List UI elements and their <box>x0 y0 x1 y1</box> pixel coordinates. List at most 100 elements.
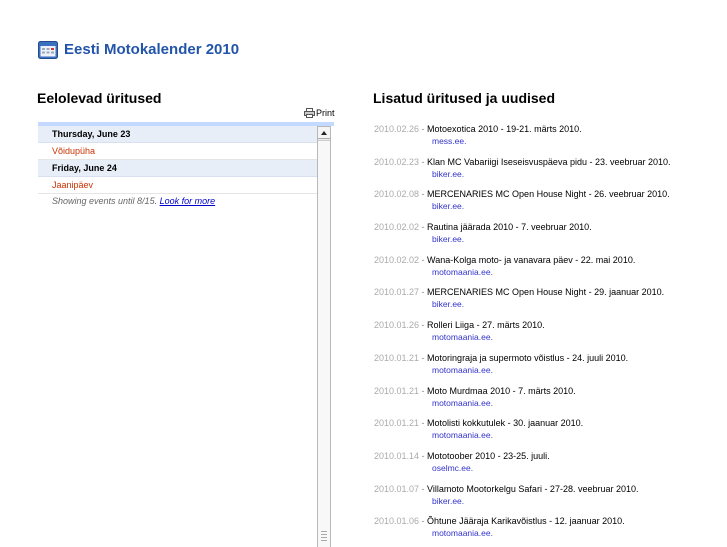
news-source-link[interactable]: motomaania.ee. <box>432 528 714 538</box>
news-date: 2010.01.07 <box>374 483 420 494</box>
news-item: 2010.01.06 - Õhtune Jääraja Karikavõistl… <box>374 514 714 547</box>
news-date: 2010.01.26 <box>374 320 420 331</box>
news-source-link[interactable]: biker.ee. <box>432 201 714 211</box>
upcoming-events-heading: Eelolevad üritused <box>37 90 162 106</box>
news-line: 2010.01.27 - MERCENARIES MC Open House N… <box>374 285 714 299</box>
news-title: Klan MC Vabariigi Iseseisvuspäeva pidu -… <box>427 156 671 167</box>
news-separator: - <box>419 254 428 265</box>
news-title: Motolisti kokkutulek - 30. jaanuar 2010. <box>427 418 584 429</box>
news-item: 2010.01.26 - Rolleri Liiga - 27. märts 2… <box>374 318 714 351</box>
news-title: Motoexotica 2010 - 19-21. märts 2010. <box>427 124 582 134</box>
news-line: 2010.01.07 - Villamoto Mootorkelgu Safar… <box>374 482 714 496</box>
news-line: 2010.02.26 - Motoexotica 2010 - 19-21. m… <box>374 122 714 136</box>
agenda-scrollbar[interactable] <box>317 126 331 547</box>
news-item: 2010.02.02 - Rautina jäärada 2010 - 7. v… <box>374 220 714 253</box>
news-date: 2010.02.23 <box>374 156 420 167</box>
news-source-link[interactable]: biker.ee. <box>432 234 714 244</box>
news-title: MERCENARIES MC Open House Night - 29. ja… <box>427 287 665 298</box>
news-item: 2010.02.26 - Motoexotica 2010 - 19-21. m… <box>374 122 714 155</box>
grip-icon <box>321 531 327 541</box>
news-separator: - <box>419 352 428 363</box>
news-line: 2010.01.26 - Rolleri Liiga - 27. märts 2… <box>374 318 714 332</box>
scroll-thumb[interactable] <box>318 140 330 547</box>
site-title[interactable]: Eesti Motokalender 2010 <box>64 41 239 58</box>
news-item: 2010.02.08 - MERCENARIES MC Open House N… <box>374 187 714 220</box>
news-date: 2010.01.14 <box>374 450 420 461</box>
news-source-link[interactable]: biker.ee. <box>432 496 714 506</box>
site-header: Eesti Motokalender 2010 <box>38 38 239 60</box>
news-separator: - <box>419 483 428 494</box>
news-source-link[interactable]: biker.ee. <box>432 169 714 179</box>
news-line: 2010.02.08 - MERCENARIES MC Open House N… <box>374 187 714 201</box>
news-separator: - <box>419 418 428 429</box>
news-separator: - <box>419 385 428 396</box>
news-line: 2010.02.02 - Wana-Kolga moto- ja vanavar… <box>374 253 714 267</box>
news-date: 2010.02.02 <box>374 222 420 233</box>
news-title: Õhtune Jääraja Karikavõistlus - 12. jaan… <box>427 516 625 527</box>
agenda-event[interactable]: Jaanipäev <box>38 177 317 194</box>
news-title: Motoringraja ja supermoto võistlus - 24.… <box>427 352 629 363</box>
news-list: 2010.02.26 - Motoexotica 2010 - 19-21. m… <box>374 122 714 547</box>
agenda-event[interactable]: Võidupüha <box>38 143 317 160</box>
news-item: 2010.01.21 - Motoringraja ja supermoto v… <box>374 351 714 384</box>
news-line: 2010.01.21 - Motolisti kokkutulek - 30. … <box>374 416 714 430</box>
news-separator: - <box>419 320 428 331</box>
news-date: 2010.01.06 <box>374 516 420 527</box>
news-source-link[interactable]: biker.ee. <box>432 299 714 309</box>
news-item: 2010.01.21 - Motolisti kokkutulek - 30. … <box>374 416 714 449</box>
news-source-link[interactable]: motomaania.ee. <box>432 430 714 440</box>
agenda-date: Friday, June 24 <box>38 160 317 177</box>
news-line: 2010.01.14 - Mototoober 2010 - 23-25. ju… <box>374 449 714 463</box>
news-item: 2010.02.02 - Wana-Kolga moto- ja vanavar… <box>374 253 714 286</box>
news-heading: Lisatud üritused ja uudised <box>373 90 556 106</box>
news-line: 2010.02.23 - Klan MC Vabariigi Iseseisvu… <box>374 155 714 169</box>
news-item: 2010.01.21 - Moto Murdmaa 2010 - 7. märt… <box>374 384 714 417</box>
news-source-link[interactable]: motomaania.ee. <box>432 398 714 408</box>
calendar-icon <box>38 40 58 59</box>
news-separator: - <box>419 287 428 298</box>
news-separator: - <box>419 156 428 167</box>
news-date: 2010.02.08 <box>374 189 420 200</box>
news-item: 2010.01.07 - Villamoto Mootorkelgu Safar… <box>374 482 714 515</box>
news-title: Moto Murdmaa 2010 - 7. märts 2010. <box>427 385 576 396</box>
look-for-more-link[interactable]: Look for more <box>160 196 216 206</box>
news-title: Villamoto Mootorkelgu Safari - 27-28. ve… <box>427 483 639 494</box>
print-label: Print <box>316 108 335 118</box>
news-title: Wana-Kolga moto- ja vanavara päev - 22. … <box>427 254 636 265</box>
agenda-footer: Showing events until 8/15. Look for more <box>38 194 317 208</box>
print-button[interactable]: Print <box>304 108 335 118</box>
news-item: 2010.01.14 - Mototoober 2010 - 23-25. ju… <box>374 449 714 482</box>
news-title: Rolleri Liiga - 27. märts 2010. <box>427 320 545 331</box>
news-date: 2010.01.21 <box>374 418 420 429</box>
news-source-link[interactable]: motomaania.ee. <box>432 365 714 375</box>
agenda-list: Thursday, June 23 Võidupüha Friday, June… <box>38 126 317 208</box>
agenda-panel: Thursday, June 23 Võidupüha Friday, June… <box>38 122 334 547</box>
news-line: 2010.01.06 - Õhtune Jääraja Karikavõistl… <box>374 514 714 528</box>
news-source-link[interactable]: mess.ee. <box>432 136 714 146</box>
news-separator: - <box>419 222 428 233</box>
news-date: 2010.01.21 <box>374 352 420 363</box>
printer-icon <box>304 108 315 118</box>
news-title: MERCENARIES MC Open House Night - 26. ve… <box>427 189 670 200</box>
news-item: 2010.01.27 - MERCENARIES MC Open House N… <box>374 285 714 318</box>
news-separator: - <box>419 516 428 527</box>
news-title: Mototoober 2010 - 23-25. juuli. <box>427 450 550 461</box>
news-separator: - <box>419 124 428 134</box>
news-source-link[interactable]: oselmc.ee. <box>432 463 714 473</box>
news-source-link[interactable]: motomaania.ee. <box>432 267 714 277</box>
scroll-up-arrow-icon[interactable] <box>318 127 330 139</box>
agenda-footer-text: Showing events until 8/15. <box>52 196 158 206</box>
news-title: Rautina jäärada 2010 - 7. veebruar 2010. <box>427 222 592 233</box>
agenda-date: Thursday, June 23 <box>38 126 317 143</box>
news-line: 2010.01.21 - Motoringraja ja supermoto v… <box>374 351 714 365</box>
news-separator: - <box>419 189 428 200</box>
news-source-link[interactable]: motomaania.ee. <box>432 332 714 342</box>
news-line: 2010.02.02 - Rautina jäärada 2010 - 7. v… <box>374 220 714 234</box>
news-item: 2010.02.23 - Klan MC Vabariigi Iseseisvu… <box>374 155 714 188</box>
news-date: 2010.01.21 <box>374 385 420 396</box>
news-date: 2010.02.26 <box>374 124 420 134</box>
news-line: 2010.01.21 - Moto Murdmaa 2010 - 7. märt… <box>374 384 714 398</box>
news-date: 2010.02.02 <box>374 254 420 265</box>
news-separator: - <box>419 450 428 461</box>
news-date: 2010.01.27 <box>374 287 420 298</box>
